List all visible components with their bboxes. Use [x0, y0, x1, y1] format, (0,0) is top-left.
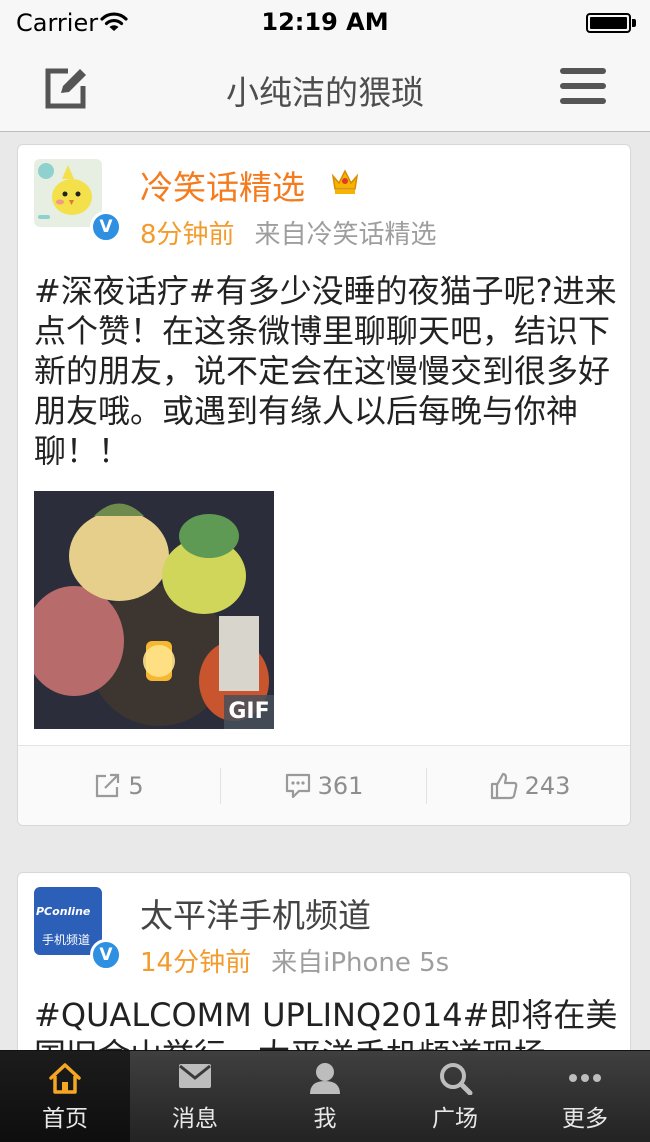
tab-label: 我: [313, 1106, 337, 1132]
tab-label: 消息: [172, 1106, 218, 1132]
tab-messages[interactable]: 消息: [130, 1051, 260, 1142]
nav-bar: 小纯洁的猥琐: [0, 44, 650, 132]
repost-count: 5: [128, 772, 144, 800]
post-time: 8分钟前: [140, 220, 235, 250]
tab-discover[interactable]: 广场: [390, 1051, 520, 1142]
post-card[interactable]: PConline 手机频道 V 太平洋手机频道 14分钟前 来自iPhone 5s…: [17, 872, 631, 1050]
tab-home[interactable]: 首页: [0, 1051, 130, 1142]
tab-label: 广场: [432, 1106, 478, 1132]
status-time: 12:19 AM: [261, 8, 389, 36]
tab-label: 更多: [562, 1106, 608, 1132]
mail-icon: [179, 1064, 211, 1088]
post-image[interactable]: GIF: [34, 491, 274, 729]
gif-illustration: [34, 491, 274, 729]
repost-button[interactable]: 5: [18, 746, 220, 826]
user-icon: [310, 1063, 340, 1094]
author-avatar[interactable]: [34, 159, 102, 227]
post-text[interactable]: #深夜话疗#有多少没睡的夜猫子呢?进来点个赞！在这条微博里聊聊天吧，结识下新的朋…: [34, 271, 618, 471]
verified-badge: V: [90, 211, 122, 243]
post-text[interactable]: #QUALCOMM UPLINQ2014#即将在美国旧金山举行，太平洋手机频道现…: [34, 995, 618, 1050]
gif-badge: GIF: [224, 695, 274, 729]
page-title: 小纯洁的猥琐: [226, 73, 424, 112]
crown-icon: [331, 169, 359, 194]
verified-badge: V: [90, 939, 122, 971]
avatar-channel-text: 手机频道: [42, 933, 91, 947]
status-bar: Carrier 12:19 AM: [0, 0, 650, 44]
author-avatar[interactable]: PConline 手机频道: [34, 887, 102, 955]
battery-icon: [586, 13, 636, 33]
menu-line: [560, 98, 606, 104]
post-action-bar: 5 361 243: [18, 745, 630, 825]
search-icon: [440, 1063, 473, 1095]
avatar-chick-icon: [34, 159, 102, 227]
comment-icon: [285, 773, 310, 799]
menu-line: [560, 68, 606, 74]
home-icon: [49, 1063, 81, 1094]
post-time: 14分钟前: [140, 948, 252, 978]
author-name[interactable]: 冷笑话精选: [140, 161, 305, 209]
menu-line: [560, 83, 606, 89]
repost-icon: [96, 773, 120, 798]
thumbs-up-icon: [490, 772, 517, 800]
more-icon: [569, 1074, 601, 1082]
tab-me[interactable]: 我: [260, 1051, 390, 1142]
like-button[interactable]: 243: [427, 746, 632, 826]
post-card[interactable]: V 冷笑话精选 8分钟前 来自冷笑话精选 #深夜话疗#有多少没睡的夜猫子呢?进来点…: [17, 144, 631, 826]
author-name[interactable]: 太平洋手机频道: [140, 889, 371, 937]
tab-bar: 首页 消息 我 广场 更多: [0, 1050, 650, 1142]
comment-button[interactable]: 361: [221, 746, 426, 826]
post-source[interactable]: 来自冷笑话精选: [255, 220, 437, 250]
avatar-logo-text: PConline: [36, 905, 91, 918]
like-count: 243: [524, 772, 571, 800]
post-meta: 14分钟前 来自iPhone 5s: [140, 942, 449, 979]
menu-button[interactable]: [560, 68, 606, 108]
comment-count: 361: [317, 772, 364, 800]
tab-label: 首页: [42, 1106, 88, 1132]
post-meta: 8分钟前 来自冷笑话精选: [140, 214, 437, 251]
tab-more[interactable]: 更多: [520, 1051, 650, 1142]
post-source[interactable]: 来自iPhone 5s: [271, 948, 449, 978]
feed[interactable]: V 冷笑话精选 8分钟前 来自冷笑话精选 #深夜话疗#有多少没睡的夜猫子呢?进来点…: [0, 133, 650, 1050]
